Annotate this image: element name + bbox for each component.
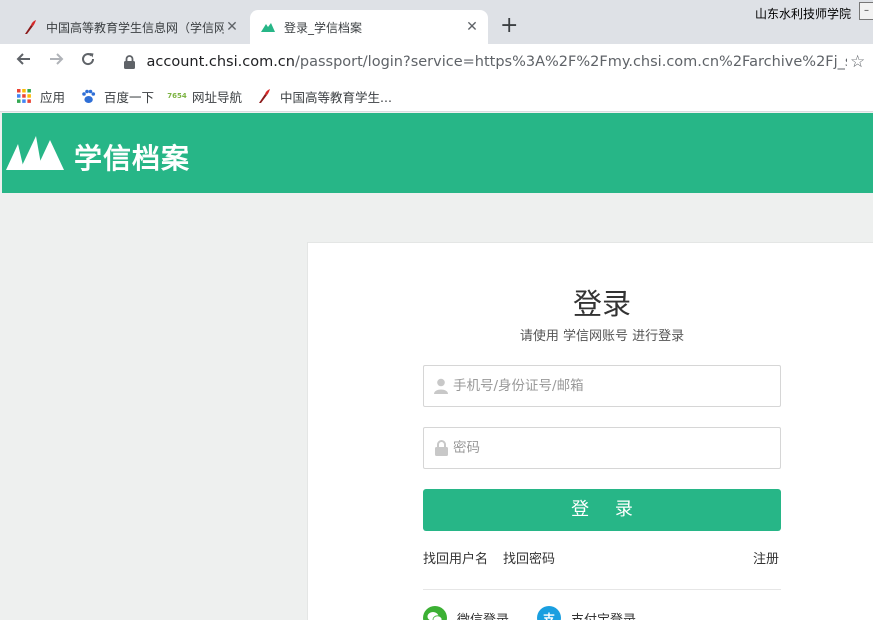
bookmark-label: 百度一下: [104, 89, 155, 105]
minimize-icon[interactable]: –: [859, 2, 873, 20]
bookmark-label: 应用: [40, 89, 66, 105]
password-input[interactable]: [453, 433, 753, 463]
login-title: 登录: [572, 287, 631, 321]
bookmark-7654[interactable]: 7654 网址导航: [167, 86, 243, 106]
username-input[interactable]: [453, 371, 753, 401]
tab-title: 登录_学信档案: [284, 20, 363, 35]
alipay-icon: 支: [537, 606, 561, 620]
forward-arrow-icon[interactable]: [44, 50, 68, 74]
login-subtitle: 请使用 学信网账号 进行登录: [519, 329, 685, 344]
password-field[interactable]: [423, 427, 781, 469]
lock-icon: [122, 55, 137, 69]
close-icon[interactable]: ✕: [464, 19, 480, 35]
chsi-torch-icon: [22, 19, 38, 35]
close-icon[interactable]: ✕: [224, 19, 240, 35]
find-username-link[interactable]: 找回用户名: [423, 548, 488, 567]
browser-toolbar: account.chsi.com.cn /passport/login?serv…: [0, 44, 873, 80]
baidu-paw-icon: [80, 88, 96, 104]
site-name[interactable]: 学信档案: [74, 137, 190, 177]
wechat-icon: [423, 606, 447, 620]
apps-grid-icon: [16, 88, 32, 104]
tab-title: 中国高等教育学生信息网（学信网: [46, 20, 224, 35]
username-field[interactable]: [423, 365, 781, 407]
bookmark-chsi[interactable]: 中国高等教育学生...: [256, 86, 392, 106]
wechat-login-label: 微信登录: [457, 612, 510, 620]
url-path: /passport/login?service=https%3A%2F%2Fmy…: [294, 54, 847, 70]
tab-chsi[interactable]: 中国高等教育学生信息网（学信网 ✕: [12, 10, 248, 44]
bookmark-baidu[interactable]: 百度一下: [80, 86, 154, 106]
register-link[interactable]: 注册: [753, 548, 779, 567]
bookmarks-bar: 应用 百度一下 7654 网址导航 中国高等教育学生...: [0, 80, 873, 112]
alipay-login[interactable]: 支 支付宝登录: [537, 606, 636, 620]
divider: [423, 589, 781, 590]
7654-icon: 7654: [167, 92, 187, 100]
url-host: account.chsi.com.cn: [146, 54, 295, 70]
login-button[interactable]: 登 录: [423, 489, 781, 531]
find-password-link[interactable]: 找回密码: [503, 548, 555, 567]
bookmark-label: 网址导航: [192, 89, 243, 105]
back-arrow-icon[interactable]: [12, 50, 36, 74]
wechat-login[interactable]: 微信登录: [423, 606, 509, 620]
window-title: 山东水利技师学院: [755, 7, 852, 21]
new-tab-button[interactable]: +: [500, 14, 518, 38]
browser-tab-bar: 中国高等教育学生信息网（学信网 ✕ 登录_学信档案 ✕ + 山东水利技师学院 –: [0, 0, 873, 44]
alipay-login-label: 支付宝登录: [571, 612, 637, 620]
xuexin-logo-icon[interactable]: [6, 134, 66, 176]
xuexin-logo-icon: [260, 19, 276, 35]
site-header: 学信档案: [2, 113, 873, 193]
chsi-torch-icon: [256, 88, 272, 104]
user-icon: [433, 377, 449, 395]
bookmark-apps[interactable]: 应用: [16, 86, 65, 106]
address-bar[interactable]: account.chsi.com.cn /passport/login?serv…: [112, 48, 847, 76]
tab-login[interactable]: 登录_学信档案 ✕: [250, 10, 488, 44]
bookmark-label: 中国高等教育学生...: [280, 89, 392, 105]
lock-icon: [433, 439, 449, 457]
bookmark-star-icon[interactable]: ☆: [850, 50, 865, 74]
reload-icon[interactable]: [76, 50, 100, 74]
